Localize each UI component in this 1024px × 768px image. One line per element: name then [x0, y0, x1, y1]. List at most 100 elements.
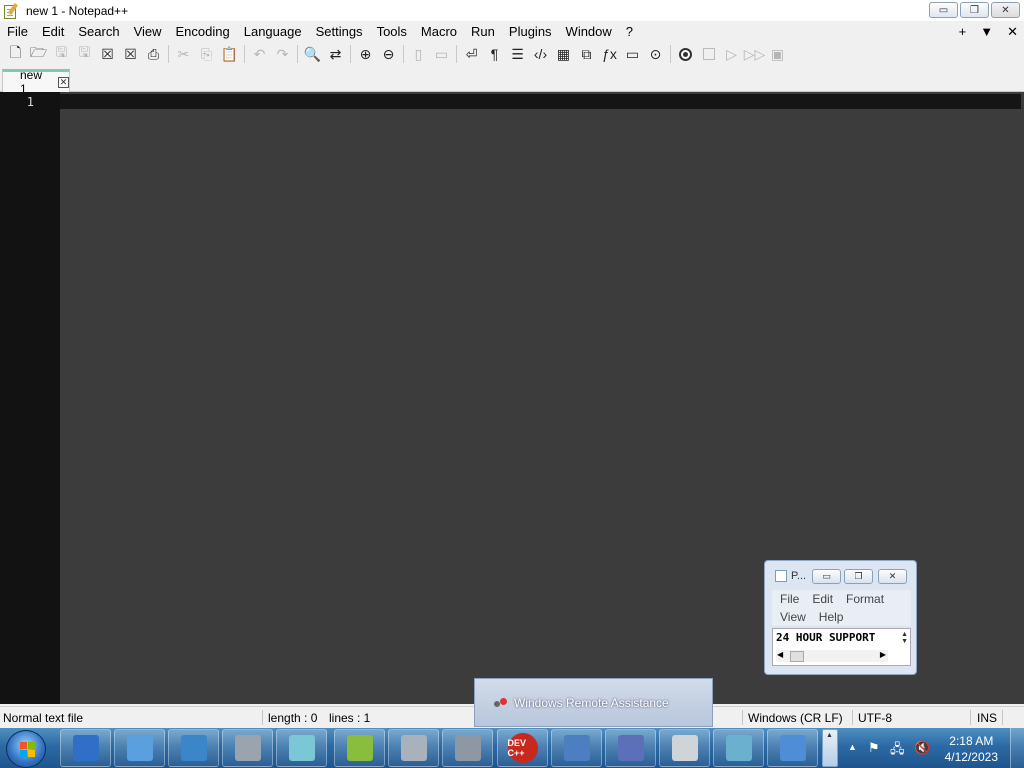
tab-list-dropdown-icon[interactable]: ▼ [980, 21, 993, 42]
mini-minimize-button[interactable]: ▭ [812, 569, 841, 584]
find-icon[interactable]: 🔍 [301, 43, 324, 65]
projector-app-taskbar-button[interactable] [442, 729, 493, 767]
mini-close-button[interactable]: ✕ [878, 569, 907, 584]
mini-notepad-window[interactable]: P... ▭ ❐ ✕ File Edit Format View Help 24 HO… [764, 560, 917, 675]
menu-plugins[interactable]: Plugins [502, 21, 559, 42]
mini-notepad-text-area[interactable]: 24 HOUR SUPPORT ▲ ▼ ◀ ▶ [772, 628, 911, 666]
function-list-icon[interactable]: ƒx [598, 43, 621, 65]
notepad-plus-plus-app-taskbar-button[interactable] [334, 729, 385, 767]
sync-horizontal-icon[interactable]: ▭ [430, 43, 453, 65]
dev-cpp-app-taskbar-button[interactable]: DEV C++ [497, 729, 548, 767]
clock[interactable]: 2:18 AM 4/12/2023 [945, 733, 998, 765]
minimize-button[interactable]: ▭ [929, 2, 958, 18]
speaker-app-icon [400, 735, 427, 761]
remote-assistance-popup[interactable]: Windows Remote Assistance [474, 678, 713, 727]
new-file-icon[interactable]: 🗋 [4, 43, 27, 65]
status-lines: lines : 1 [329, 711, 371, 725]
menu-search[interactable]: Search [71, 21, 126, 42]
record-macro-icon[interactable] [674, 43, 697, 65]
show-all-chars-icon[interactable]: ¶ [483, 43, 506, 65]
cut-icon[interactable]: ✂ [172, 43, 195, 65]
speaker-app-taskbar-button[interactable] [388, 729, 439, 767]
menu-help[interactable]: ? [619, 21, 640, 42]
monitor-icon[interactable]: ▭ [621, 43, 644, 65]
zoom-in-icon[interactable]: ⊕ [354, 43, 377, 65]
mini-menu-view[interactable]: View [772, 608, 811, 626]
taskbar-overflow-button[interactable] [822, 729, 838, 767]
mini-restore-button[interactable]: ❐ [844, 569, 873, 584]
mini-menu-file[interactable]: File [772, 590, 804, 608]
play-macro-icon[interactable]: ▷ [720, 43, 743, 65]
stop-macro-icon[interactable] [697, 43, 720, 65]
compass-app-taskbar-button[interactable] [605, 729, 656, 767]
mouse-app-taskbar-button[interactable] [659, 729, 710, 767]
paste-icon[interactable]: 📋 [218, 43, 241, 65]
restore-button[interactable]: ❐ [960, 2, 989, 18]
replace-icon[interactable]: ⇄ [324, 43, 347, 65]
print-icon[interactable]: ⎙ [142, 43, 165, 65]
tab-close-icon[interactable]: ✕ [58, 76, 69, 88]
copy-icon[interactable]: ⎘ [195, 43, 218, 65]
compass-app-icon [617, 735, 644, 761]
xml-tag-icon[interactable]: ‹/› [529, 43, 552, 65]
current-line-highlight[interactable] [60, 94, 1021, 109]
close-all-icon[interactable]: ☒ [119, 43, 142, 65]
show-hidden-icons-icon[interactable]: ▲ [848, 742, 857, 752]
scroll-right-icon[interactable]: ▶ [880, 650, 886, 659]
new-tab-plus-icon[interactable]: + [959, 21, 967, 42]
photo-viewer-app-taskbar-button[interactable] [168, 729, 219, 767]
mini-menu-format[interactable]: Format [838, 590, 889, 608]
show-desktop-button[interactable] [1010, 728, 1024, 768]
menu-settings[interactable]: Settings [309, 21, 370, 42]
paper-plane-app-taskbar-button[interactable] [114, 729, 165, 767]
zoom-out-icon[interactable]: ⊖ [377, 43, 400, 65]
menu-view[interactable]: View [127, 21, 169, 42]
word-wrap-icon[interactable]: ⏎ [460, 43, 483, 65]
remote-desktop-app-taskbar-button[interactable] [60, 729, 111, 767]
clone-icon[interactable]: ⧉ [575, 43, 598, 65]
menu-language[interactable]: Language [237, 21, 309, 42]
wordpad-app-taskbar-button[interactable] [551, 729, 602, 767]
scroll-arrows-icon[interactable]: ▲ ▼ [901, 631, 908, 645]
volume-muted-icon[interactable]: 🔇 [914, 740, 930, 756]
folder-as-workspace-icon[interactable]: ⊙ [644, 43, 667, 65]
menu-macro[interactable]: Macro [414, 21, 464, 42]
redo-icon[interactable]: ↷ [271, 43, 294, 65]
fax-app-taskbar-button[interactable] [222, 729, 273, 767]
start-button[interactable] [6, 730, 46, 768]
menu-file[interactable]: File [0, 21, 35, 42]
sync-vertical-icon[interactable]: ▯ [407, 43, 430, 65]
status-eol[interactable]: Windows (CR LF) [748, 711, 843, 725]
tab-new-1[interactable]: new 1 ✕ [2, 68, 70, 96]
scroll-left-icon[interactable]: ◀ [777, 650, 783, 659]
undo-icon[interactable]: ↶ [248, 43, 271, 65]
indent-guide-icon[interactable]: ☰ [506, 43, 529, 65]
mini-menu-edit[interactable]: Edit [804, 590, 838, 608]
network-icon[interactable]: 🖧 [890, 740, 905, 762]
save-icon[interactable]: 🖫 [50, 43, 73, 65]
document-app-icon [725, 735, 752, 761]
close-tab-icon[interactable]: ✕ [1007, 21, 1018, 42]
open-file-icon[interactable]: 🗁 [27, 43, 50, 65]
status-insert-mode[interactable]: INS [977, 711, 997, 725]
horizontal-scrollbar[interactable]: ◀ ▶ [776, 650, 888, 662]
notepad-app-taskbar-button[interactable] [276, 729, 327, 767]
menu-tools[interactable]: Tools [370, 21, 414, 42]
control-panel-app-taskbar-button[interactable] [767, 729, 818, 767]
menu-encoding[interactable]: Encoding [169, 21, 237, 42]
mini-menu-help[interactable]: Help [811, 608, 849, 626]
status-encoding[interactable]: UTF-8 [858, 711, 892, 725]
close-button[interactable]: ✕ [991, 2, 1020, 18]
action-center-flag-icon[interactable]: ⚑ [868, 740, 880, 756]
document-app-taskbar-button[interactable] [713, 729, 764, 767]
menu-window[interactable]: Window [559, 21, 619, 42]
menu-run[interactable]: Run [464, 21, 502, 42]
scrollbar-thumb[interactable] [790, 651, 804, 662]
save-macro-icon[interactable]: ▣ [766, 43, 789, 65]
menu-edit[interactable]: Edit [35, 21, 71, 42]
document-map-icon[interactable]: ▦ [552, 43, 575, 65]
save-all-icon[interactable]: 🖫 [73, 43, 96, 65]
close-icon[interactable]: ☒ [96, 43, 119, 65]
status-divider [262, 710, 263, 725]
run-macro-multiple-icon[interactable]: ▷▷ [743, 43, 766, 65]
